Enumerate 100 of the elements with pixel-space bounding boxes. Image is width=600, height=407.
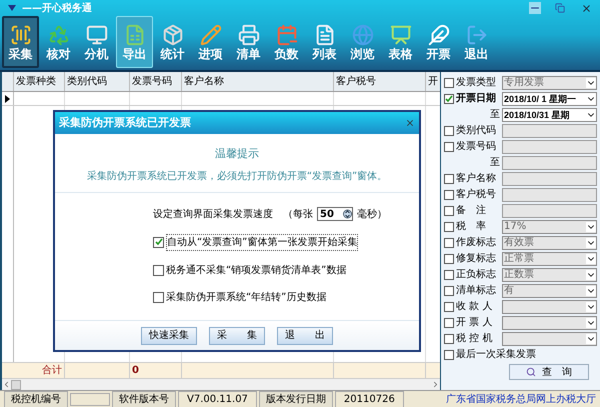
status-link[interactable]: 广东省国家税务总局网上办税大厅: [446, 392, 596, 406]
option-label[interactable]: 税务通不采集“销项发票销货清单表”数据: [166, 262, 346, 278]
dialog-button[interactable]: 退 出: [277, 326, 333, 344]
option-label[interactable]: 采集防伪开票系统“年结转”历史数据: [166, 290, 326, 304]
checkbox[interactable]: [444, 270, 454, 280]
dropdown-field[interactable]: [502, 300, 597, 314]
exit-icon: [466, 24, 488, 46]
checkbox[interactable]: [444, 190, 454, 200]
totals-label: 合计: [42, 364, 62, 376]
checkbox[interactable]: [444, 206, 454, 216]
checkbox[interactable]: [444, 222, 454, 232]
dropdown-field[interactable]: 2018/10/ 1 星期一: [502, 92, 597, 106]
toolbar-button[interactable]: 表格: [382, 16, 419, 68]
input-field[interactable]: [502, 188, 597, 202]
toolbar-button[interactable]: 清单: [230, 16, 267, 68]
toolbar-button[interactable]: 退出: [458, 16, 495, 68]
checkbox[interactable]: [444, 142, 454, 152]
checkbox[interactable]: [444, 94, 454, 104]
scroll-left-icon[interactable]: [2, 380, 11, 389]
input-field[interactable]: [502, 156, 597, 170]
window-title: ——开心税务通: [22, 1, 92, 16]
column-header[interactable]: 发票号码: [130, 72, 182, 91]
scroll-right-icon[interactable]: [431, 380, 440, 389]
horizontal-scrollbar[interactable]: [2, 378, 440, 390]
toolbar-button[interactable]: 采集: [2, 16, 39, 68]
dropdown-value: 正常票: [503, 253, 535, 265]
close-icon[interactable]: [405, 118, 415, 128]
option-label[interactable]: 自动从“发票查询”窗体第一张发票开始采集: [166, 234, 358, 250]
checkbox[interactable]: [444, 78, 454, 88]
filter-label: 客户名称: [456, 173, 497, 185]
input-field[interactable]: [502, 140, 597, 154]
close-icon[interactable]: [581, 2, 592, 14]
dropdown-value: 专用发票: [503, 77, 545, 89]
filter-label: 修复标志: [456, 253, 497, 265]
checkbox[interactable]: [444, 318, 454, 328]
filter-label: 客户税号: [456, 189, 497, 201]
toolbar-button[interactable]: 负数: [268, 16, 305, 68]
dropdown-field[interactable]: 有效票: [502, 236, 597, 250]
scroll-thumb[interactable]: [11, 380, 21, 390]
dropdown-field[interactable]: 2018/10/31 星期: [502, 108, 597, 122]
dropdown-arrow-icon[interactable]: [586, 286, 596, 296]
filter-label: 发票类型: [456, 77, 497, 89]
toolbar-button[interactable]: 进项: [192, 16, 229, 68]
query-button[interactable]: 查 询: [509, 364, 589, 380]
checkbox[interactable]: [444, 174, 454, 184]
dropdown-arrow-icon[interactable]: [586, 110, 596, 120]
filter-label: 清单标志: [456, 285, 497, 297]
dropdown-arrow-icon[interactable]: [586, 334, 596, 344]
dialog-title: 采集防伪开票系统已开发票: [59, 114, 192, 131]
checkbox[interactable]: [444, 238, 454, 248]
speed-label: 设定查询界面采集发票速度: [153, 208, 273, 222]
dropdown-field[interactable]: 17%: [502, 220, 597, 234]
dropdown-arrow-icon[interactable]: [586, 302, 596, 312]
input-field[interactable]: [502, 172, 597, 186]
spinner-icon[interactable]: [343, 209, 352, 219]
menu-triangle-icon[interactable]: [8, 5, 16, 11]
dropdown-arrow-icon[interactable]: [586, 318, 596, 328]
toolbar-button[interactable]: 列表: [306, 16, 343, 68]
dropdown-value: 有: [503, 285, 515, 297]
filter-label: 发票号码: [456, 141, 497, 153]
dropdown-field[interactable]: 正常票: [502, 252, 597, 266]
dropdown-arrow-icon[interactable]: [586, 238, 596, 248]
checkbox[interactable]: [153, 236, 164, 248]
checkbox[interactable]: [444, 254, 454, 264]
dropdown-field[interactable]: [502, 332, 597, 346]
dropdown-arrow-icon[interactable]: [586, 94, 596, 104]
dialog-button[interactable]: 快速采集: [141, 326, 197, 344]
dropdown-field[interactable]: 正数票: [502, 268, 597, 282]
toolbar-button[interactable]: 浏览: [344, 16, 381, 68]
column-header[interactable]: 客户名称: [182, 72, 334, 91]
checkbox[interactable]: [444, 334, 454, 344]
dropdown-field[interactable]: 有: [502, 284, 597, 298]
checkbox[interactable]: [153, 292, 164, 302]
input-field[interactable]: [502, 124, 597, 138]
input-field[interactable]: [502, 204, 597, 218]
dropdown-field[interactable]: 专用发票: [502, 76, 597, 90]
dialog-button[interactable]: 采 集: [209, 326, 265, 344]
status-label: 软件版本号: [112, 390, 176, 407]
checkbox[interactable]: [444, 350, 454, 360]
calendar-icon: [276, 24, 298, 46]
speed-field[interactable]: 50: [317, 207, 353, 221]
dropdown-arrow-icon[interactable]: [586, 254, 596, 264]
toolbar-button[interactable]: 开票: [420, 16, 457, 68]
minimize-icon[interactable]: [529, 2, 541, 14]
dropdown-arrow-icon[interactable]: [586, 270, 596, 280]
restore-icon[interactable]: [555, 3, 565, 13]
barcode-icon: [10, 24, 32, 46]
dropdown-arrow-icon[interactable]: [586, 78, 596, 88]
checkbox[interactable]: [444, 126, 454, 136]
column-header[interactable]: 客户税号: [334, 72, 426, 91]
checkbox[interactable]: [444, 286, 454, 296]
dropdown-field[interactable]: [502, 316, 597, 330]
toolbar-button[interactable]: 分机: [78, 16, 115, 68]
toolbar-button[interactable]: 统计: [154, 16, 191, 68]
column-header[interactable]: 类别代码: [65, 72, 130, 91]
toolbar-button[interactable]: 核对: [40, 16, 77, 68]
checkbox[interactable]: [153, 264, 164, 276]
column-header[interactable]: 发票种类: [14, 72, 65, 91]
checkbox[interactable]: [444, 302, 454, 312]
dropdown-arrow-icon[interactable]: [586, 222, 596, 232]
